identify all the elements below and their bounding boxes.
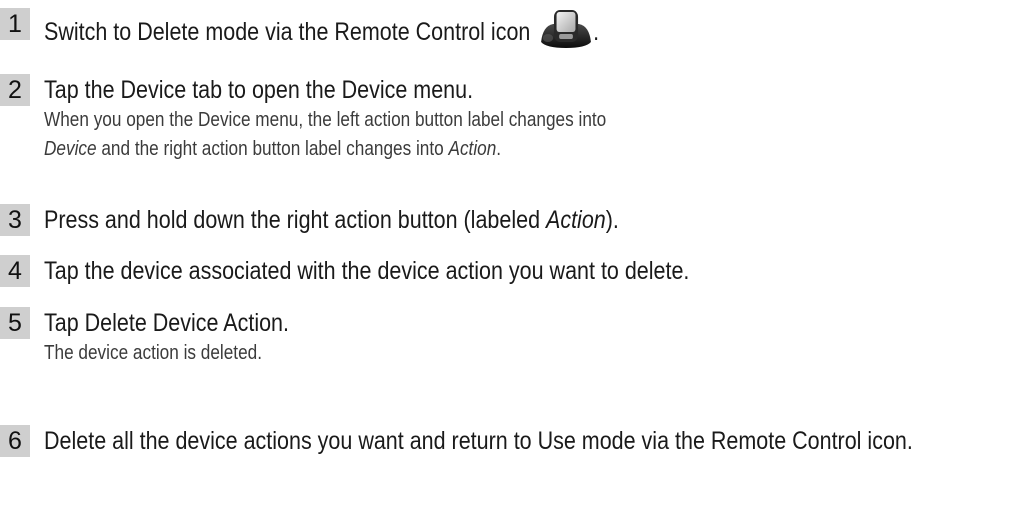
step-text: Tap the device associated with the devic… bbox=[44, 257, 690, 285]
step-note-text: . bbox=[496, 138, 502, 160]
step-number: 4 bbox=[0, 255, 30, 287]
step-text-content: ). bbox=[605, 206, 619, 234]
step-note-emphasis: Action bbox=[448, 138, 497, 160]
step-number: 3 bbox=[0, 204, 30, 236]
step-text: Delete all the device actions you want a… bbox=[44, 427, 913, 455]
step-number: 5 bbox=[0, 307, 30, 339]
step-text-content: Press and hold down the right action but… bbox=[44, 206, 546, 234]
step-text-period: . bbox=[593, 18, 600, 46]
step-note-line: When you open the Device menu, the left … bbox=[44, 109, 607, 131]
step-text: Tap Delete Device Action. bbox=[44, 309, 290, 337]
step-text: Press and hold down the right action but… bbox=[44, 204, 619, 236]
step-text-content: Switch to Delete mode via the Remote Con… bbox=[44, 18, 531, 46]
instruction-steps: 1 Switch to Delete mode via the Remote C… bbox=[0, 0, 1010, 517]
step-note-text: and the right action button label change… bbox=[96, 138, 449, 160]
step-note: When you open the Device menu, the left … bbox=[44, 106, 606, 164]
step-number: 1 bbox=[0, 8, 30, 40]
step-number: 2 bbox=[0, 74, 30, 106]
step-text-emphasis: Action bbox=[545, 206, 606, 234]
step-note-emphasis: Device bbox=[44, 138, 97, 160]
step-note: The device action is deleted. bbox=[44, 342, 263, 364]
step-text: Switch to Delete mode via the Remote Con… bbox=[44, 8, 599, 48]
step-number: 6 bbox=[0, 425, 30, 457]
step-text: Tap the Device tab to open the Device me… bbox=[44, 76, 474, 104]
remote-control-icon bbox=[539, 8, 592, 48]
